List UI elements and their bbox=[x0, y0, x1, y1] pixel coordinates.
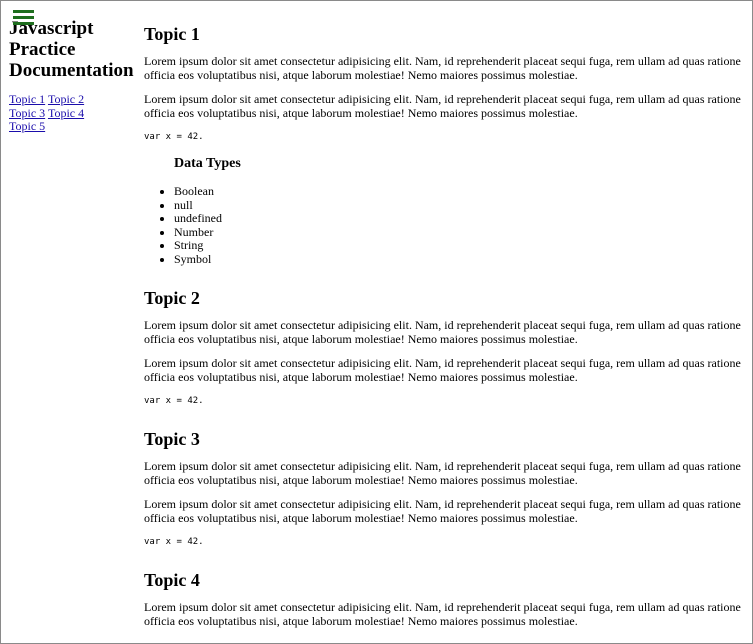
section-paragraph: Lorem ipsum dolor sit amet consectetur a… bbox=[144, 92, 741, 120]
list-item: null bbox=[174, 198, 746, 213]
list-item: Boolean bbox=[174, 184, 746, 199]
sidebar-title: Javascript Practice Documentation bbox=[9, 18, 134, 81]
section-topic-1: Topic 1 Lorem ipsum dolor sit amet conse… bbox=[144, 24, 746, 266]
list-item: Number bbox=[174, 225, 746, 240]
section-paragraph: Lorem ipsum dolor sit amet consectetur a… bbox=[144, 497, 741, 525]
section-paragraph: Lorem ipsum dolor sit amet consectetur a… bbox=[144, 600, 741, 628]
section-title: Topic 1 bbox=[144, 24, 200, 44]
code-snippet: var x = 42. bbox=[144, 132, 204, 142]
nav-links: Topic 1 Topic 2 Topic 3 Topic 4 Topic 5 bbox=[9, 92, 89, 134]
list-item: String bbox=[174, 238, 746, 253]
menu-bar-middle bbox=[13, 16, 34, 19]
section-topic-4: Topic 4 Lorem ipsum dolor sit amet conse… bbox=[144, 570, 746, 628]
hamburger-menu-icon[interactable] bbox=[13, 10, 34, 27]
section-topic-3: Topic 3 Lorem ipsum dolor sit amet conse… bbox=[144, 429, 746, 548]
nav-link-topic-2[interactable]: Topic 2 bbox=[48, 92, 84, 106]
section-title: Topic 4 bbox=[144, 570, 200, 590]
nav-link-topic-1[interactable]: Topic 1 bbox=[9, 92, 45, 106]
section-topic-2: Topic 2 Lorem ipsum dolor sit amet conse… bbox=[144, 288, 746, 407]
section-title: Topic 3 bbox=[144, 429, 200, 449]
section-paragraph: Lorem ipsum dolor sit amet consectetur a… bbox=[144, 54, 741, 82]
code-snippet: var x = 42. bbox=[144, 537, 204, 547]
list-item: undefined bbox=[174, 211, 746, 226]
section-paragraph: Lorem ipsum dolor sit amet consectetur a… bbox=[144, 318, 741, 346]
main-content: Topic 1 Lorem ipsum dolor sit amet conse… bbox=[144, 1, 746, 628]
page-frame: Javascript Practice Documentation Topic … bbox=[0, 0, 753, 644]
section-paragraph: Lorem ipsum dolor sit amet consectetur a… bbox=[144, 459, 741, 487]
nav-link-topic-3[interactable]: Topic 3 bbox=[9, 106, 45, 120]
data-types-heading: Data Types bbox=[174, 156, 241, 171]
code-snippet: var x = 42. bbox=[144, 396, 204, 406]
menu-bar-bottom bbox=[13, 22, 34, 25]
section-paragraph: Lorem ipsum dolor sit amet consectetur a… bbox=[144, 356, 741, 384]
data-types-list: Boolean null undefined Number String Sym… bbox=[144, 184, 746, 267]
nav-link-topic-4[interactable]: Topic 4 bbox=[48, 106, 84, 120]
nav-link-topic-5[interactable]: Topic 5 bbox=[9, 119, 45, 133]
section-title: Topic 2 bbox=[144, 288, 200, 308]
menu-bar-top bbox=[13, 10, 34, 13]
list-item: Symbol bbox=[174, 252, 746, 267]
